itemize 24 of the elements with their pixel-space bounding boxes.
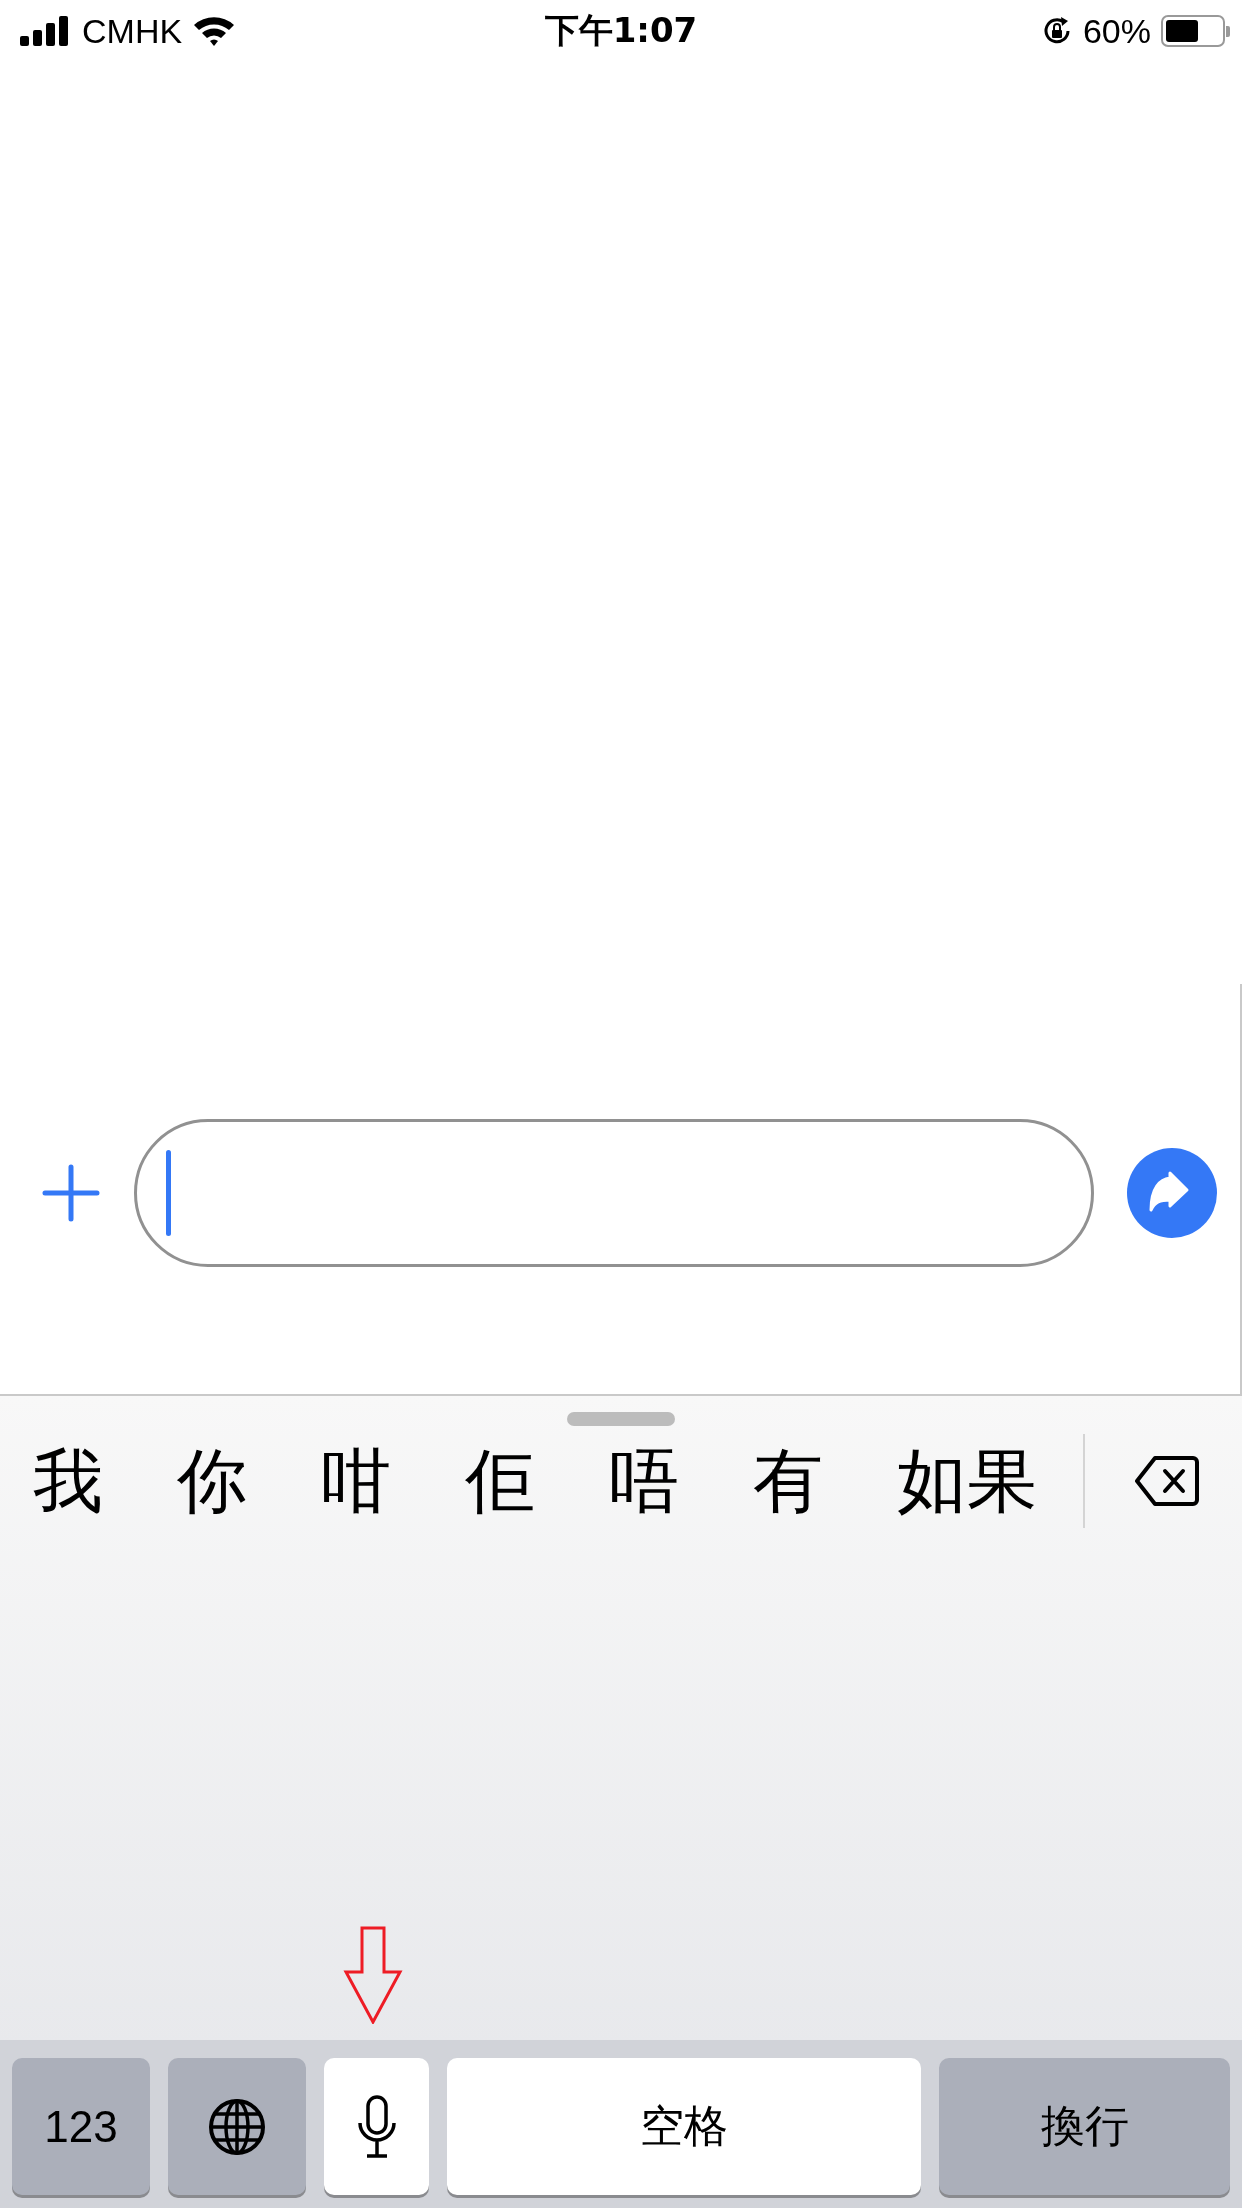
down-arrow-icon (343, 1926, 403, 2024)
return-key[interactable]: 換行 (939, 2058, 1230, 2195)
add-icon[interactable] (42, 1164, 100, 1222)
carrier-name: CMHK (82, 11, 183, 51)
candidate-word[interactable]: 有 (753, 1446, 823, 1516)
candidate-word[interactable]: 咁 (321, 1446, 391, 1516)
clock-time: 下午1:07 (544, 9, 698, 52)
backspace-icon[interactable] (1135, 1455, 1199, 1507)
drag-handle[interactable] (567, 1412, 675, 1426)
globe-icon (208, 2097, 266, 2156)
message-input-field[interactable] (134, 1119, 1094, 1267)
dictation-key[interactable] (324, 2058, 429, 2195)
candidate-word[interactable]: 如果 (897, 1446, 1037, 1516)
battery-icon (1161, 15, 1230, 47)
candidate-word[interactable]: 我 (33, 1446, 103, 1516)
candidate-word[interactable]: 佢 (465, 1446, 535, 1516)
numbers-key[interactable]: 123 (12, 2058, 150, 2195)
candidate-word[interactable]: 唔 (609, 1446, 679, 1516)
wifi-icon (192, 15, 237, 47)
globe-key[interactable] (168, 2058, 306, 2195)
battery-percent: 60% (1082, 11, 1151, 51)
space-key[interactable]: 空格 (447, 2058, 921, 2195)
microphone-icon (356, 2094, 397, 2159)
candidate-word[interactable]: 你 (177, 1446, 247, 1516)
